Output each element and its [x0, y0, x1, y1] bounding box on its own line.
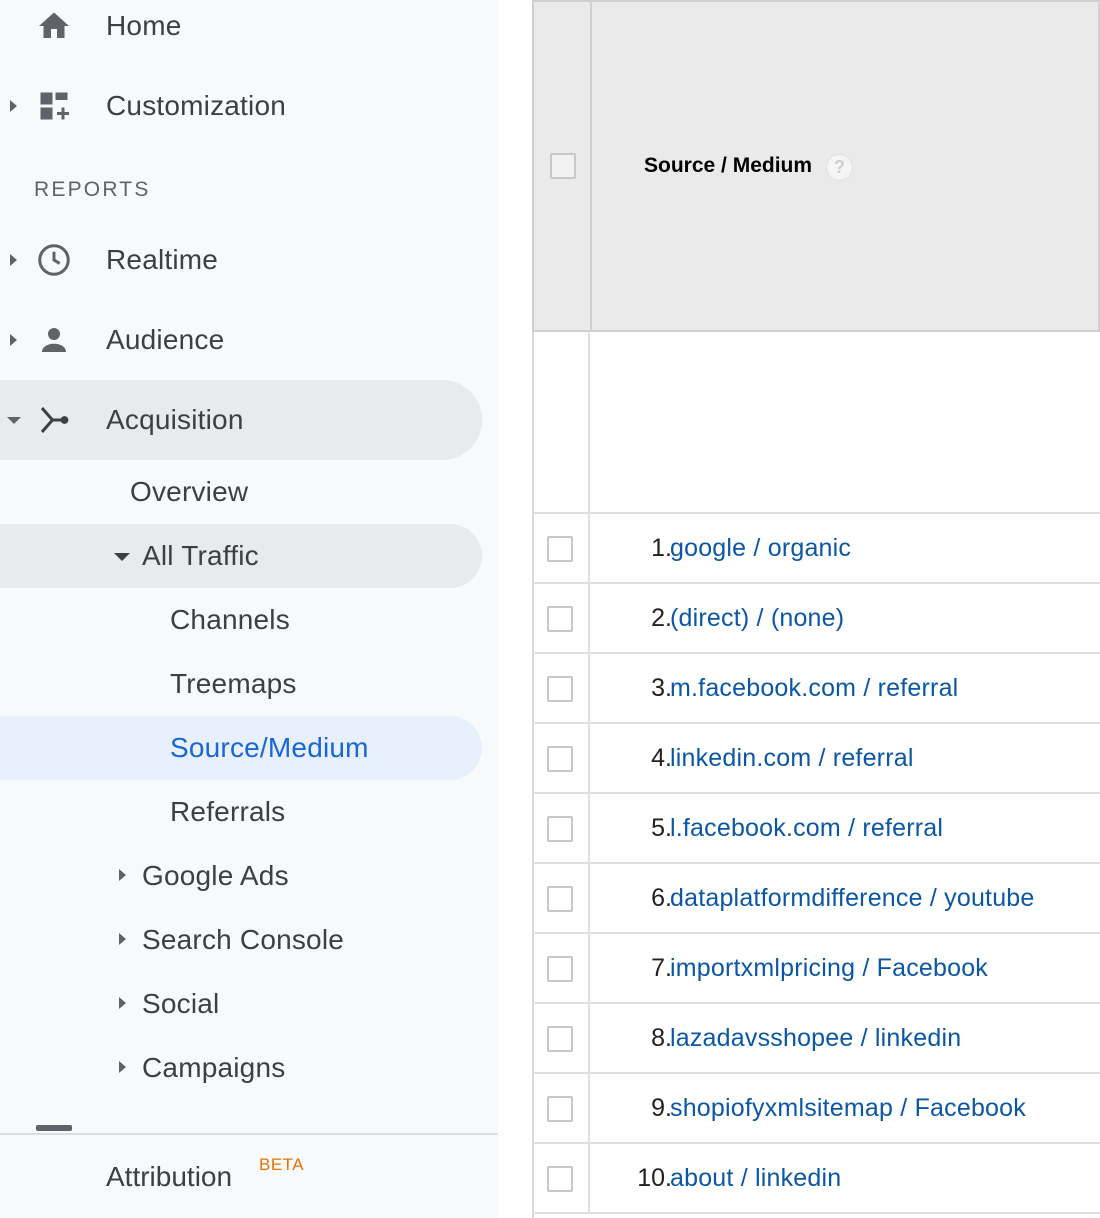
nav-campaigns[interactable]: Campaigns — [0, 1036, 482, 1100]
nav-all-traffic[interactable]: All Traffic — [0, 524, 482, 588]
table-row: 4. linkedin.com / referral — [532, 724, 1100, 794]
nav-social-label: Social — [142, 988, 220, 1019]
nav-audience[interactable]: Audience — [0, 300, 482, 380]
table-header: Source / Medium ? — [532, 0, 1100, 332]
row-checkbox[interactable] — [547, 1096, 573, 1122]
source-medium-link[interactable]: linkedin.com / referral — [670, 744, 914, 773]
table-row: 7. importxmlpricing / Facebook — [532, 934, 1100, 1004]
row-checkbox[interactable] — [547, 816, 573, 842]
nav-treemaps-label: Treemaps — [170, 668, 297, 699]
home-icon — [36, 8, 72, 44]
row-index: 3. — [651, 674, 672, 702]
nav-channels[interactable]: Channels — [170, 588, 290, 652]
nav-referrals-label: Referrals — [170, 796, 286, 827]
nav-acquisition-label: Acquisition — [106, 404, 244, 435]
source-medium-link[interactable]: (direct) / (none) — [670, 604, 844, 633]
person-icon — [36, 322, 72, 358]
row-checkbox[interactable] — [547, 956, 573, 982]
chevron-right-icon — [10, 100, 17, 112]
source-medium-link[interactable]: shopiofyxmlsitemap / Facebook — [670, 1094, 1026, 1123]
chevron-right-icon — [10, 254, 17, 266]
source-medium-link[interactable]: about / linkedin — [670, 1164, 841, 1193]
acquisition-icon — [36, 402, 72, 438]
column-divider — [590, 2, 592, 332]
attribution-bar[interactable]: Attribution BETA — [0, 1133, 498, 1218]
column-header-source-medium[interactable]: Source / Medium — [644, 154, 812, 178]
nav-search-console-label: Search Console — [142, 924, 345, 955]
row-index: 6. — [651, 884, 672, 912]
chevron-right-icon — [119, 997, 126, 1009]
row-checkbox[interactable] — [547, 746, 573, 772]
row-index: 10. — [637, 1164, 672, 1192]
nav-realtime-label: Realtime — [106, 244, 219, 275]
nav-treemaps[interactable]: Treemaps — [170, 652, 297, 716]
row-checkbox[interactable] — [547, 606, 573, 632]
nav-campaigns-label: Campaigns — [142, 1052, 286, 1083]
table-row: 10. about / linkedin — [532, 1144, 1100, 1214]
row-index: 8. — [651, 1024, 672, 1052]
source-medium-link[interactable]: lazadavsshopee / linkedin — [670, 1024, 961, 1053]
table-row: 3. m.facebook.com / referral — [532, 654, 1100, 724]
nav-referrals[interactable]: Referrals — [170, 780, 285, 844]
source-medium-link[interactable]: l.facebook.com / referral — [670, 814, 943, 843]
column-divider — [588, 332, 590, 514]
row-checkbox[interactable] — [547, 1026, 573, 1052]
nav-home[interactable]: Home — [0, 0, 482, 66]
row-checkbox[interactable] — [547, 886, 573, 912]
help-icon[interactable]: ? — [826, 154, 853, 181]
source-medium-link[interactable]: dataplatformdifference / youtube — [670, 884, 1035, 913]
source-medium-link[interactable]: m.facebook.com / referral — [670, 674, 958, 703]
row-index: 1. — [651, 534, 672, 562]
chevron-right-icon — [10, 334, 17, 346]
nav-home-label: Home — [106, 10, 182, 41]
report-table: Source / Medium ? 1. google / organic 2.… — [532, 0, 1100, 1218]
nav-all-traffic-label: All Traffic — [142, 540, 259, 571]
nav-acquisition[interactable]: Acquisition — [0, 380, 482, 460]
row-index: 9. — [651, 1094, 672, 1122]
nav-search-console[interactable]: Search Console — [0, 908, 482, 972]
nav-channels-label: Channels — [170, 604, 290, 635]
row-checkbox[interactable] — [547, 676, 573, 702]
table-row: 1. google / organic — [532, 514, 1100, 584]
row-checkbox[interactable] — [547, 536, 573, 562]
nav-audience-label: Audience — [106, 324, 225, 355]
nav-attribution-label: Attribution — [106, 1161, 233, 1192]
chevron-right-icon — [119, 869, 126, 881]
row-index: 4. — [651, 744, 672, 772]
source-medium-link[interactable]: importxmlpricing / Facebook — [670, 954, 988, 983]
select-all-checkbox[interactable] — [550, 153, 576, 179]
dashboard-add-icon — [36, 88, 72, 124]
beta-badge: BETA — [259, 1155, 305, 1174]
sidebar: Home Customization REPORTS Realtime Audi… — [0, 0, 498, 1218]
table-row: 6. dataplatformdifference / youtube — [532, 864, 1100, 934]
nav-overview[interactable]: Overview — [130, 460, 248, 524]
chevron-right-icon — [119, 933, 126, 945]
table-row: 9. shopiofyxmlsitemap / Facebook — [532, 1074, 1100, 1144]
source-medium-link[interactable]: google / organic — [670, 534, 851, 563]
chevron-down-icon — [114, 553, 130, 561]
row-checkbox[interactable] — [547, 1166, 573, 1192]
table-row: 8. lazadavsshopee / linkedin — [532, 1004, 1100, 1074]
chevron-right-icon — [119, 1061, 126, 1073]
row-index: 5. — [651, 814, 672, 842]
nav-customization-label: Customization — [106, 90, 287, 121]
reports-section-label: REPORTS — [34, 178, 151, 201]
nav-source-medium[interactable]: Source/Medium — [0, 716, 482, 780]
table-row: 5. l.facebook.com / referral — [532, 794, 1100, 864]
nav-source-medium-label: Source/Medium — [170, 732, 369, 763]
clock-icon — [36, 242, 72, 278]
nav-customization[interactable]: Customization — [0, 66, 482, 146]
nav-google-ads-label: Google Ads — [142, 860, 289, 891]
row-index: 7. — [651, 954, 672, 982]
table-row: 2. (direct) / (none) — [532, 584, 1100, 654]
chevron-down-icon — [7, 416, 21, 424]
nav-realtime[interactable]: Realtime — [0, 220, 482, 300]
nav-overview-label: Overview — [130, 476, 249, 507]
table-spacer-row — [532, 332, 1100, 514]
nav-google-ads[interactable]: Google Ads — [0, 844, 482, 908]
behavior-icon — [36, 1125, 72, 1131]
row-index: 2. — [651, 604, 672, 632]
nav-social[interactable]: Social — [0, 972, 482, 1036]
